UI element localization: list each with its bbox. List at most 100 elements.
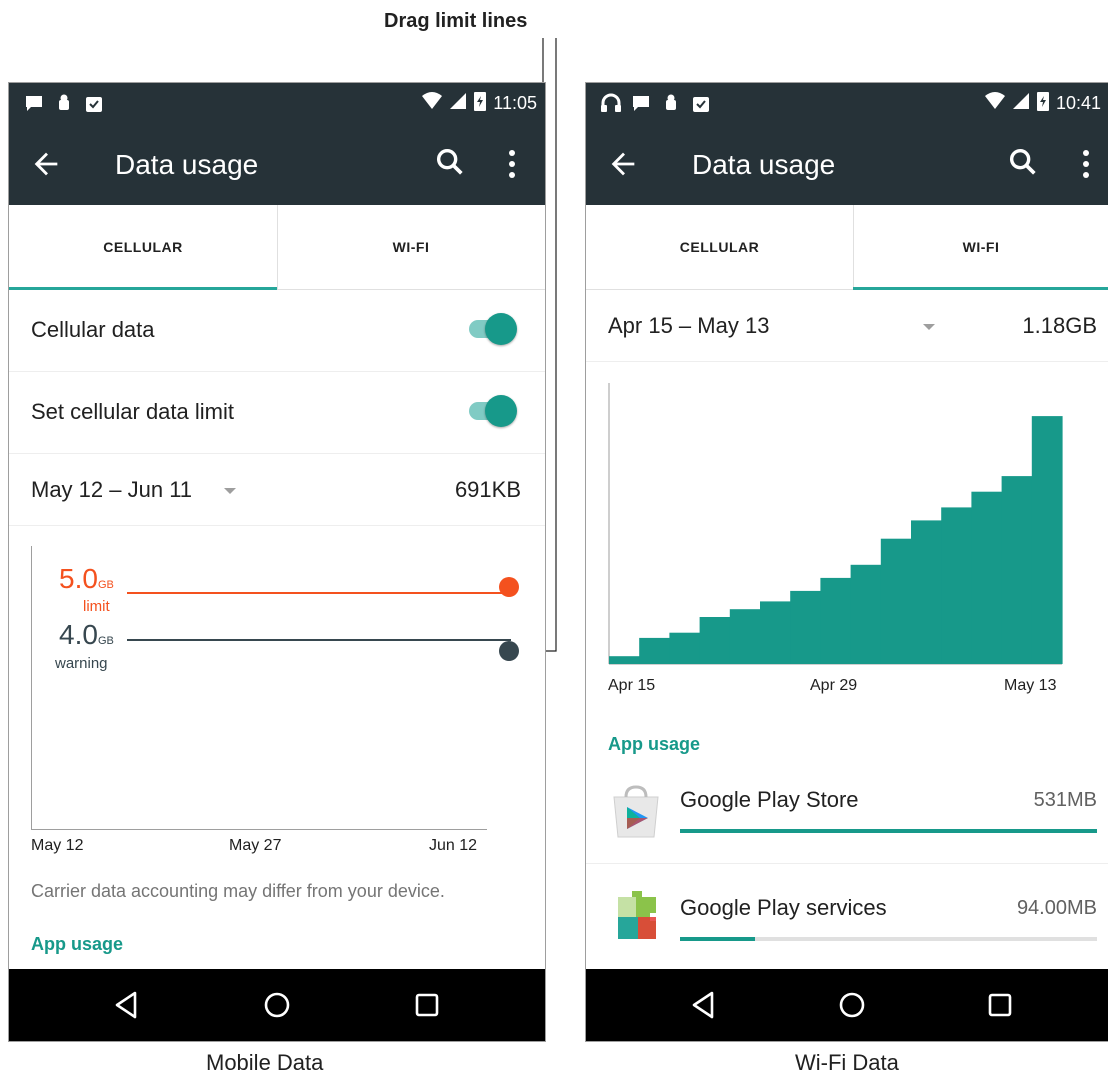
x-tick-label: May 13 [1004,677,1057,694]
app-toolbar: Data usage [586,123,1108,205]
message-notification-icon [23,92,45,114]
cellular-data-toggle[interactable] [463,313,517,345]
x-tick-label: May 12 [31,837,84,854]
chart-y-axis [31,546,32,830]
limit-value: 5.0GB [59,563,114,594]
x-tick-label: Jun 12 [429,837,478,854]
app-usage-bar [680,829,1097,833]
app-usage-bar-fill [680,829,1097,833]
wifi-data-caption: Wi-Fi Data [795,1050,899,1075]
app-name: Google Play Store [680,787,859,812]
tab-wifi[interactable]: WI-FI [277,205,545,289]
app-toolbar: Data usage [9,123,545,205]
mobile-data-screen: 11:05 Data usage CELLULAR WI-FI Cellular… [8,82,546,1042]
google-play-services-icon [618,891,656,939]
billing-cycle-row: Apr 15 – May 13 1.18GB [586,289,1108,362]
tab-wifi[interactable]: WI-FI [853,205,1108,289]
warning-drag-handle[interactable] [499,641,519,661]
android-debug-icon [53,92,75,114]
usage-area-step [1001,476,1033,664]
page-title: Data usage [692,149,836,180]
limit-line[interactable] [127,592,511,594]
usage-area-step [911,520,942,664]
nav-recents-icon[interactable] [984,989,1016,1021]
google-play-store-icon [613,785,659,838]
app-usage-bar [680,937,1097,941]
cellular-data-row[interactable]: Cellular data [9,289,545,372]
clipboard-check-icon [83,92,105,114]
app-usage-heading: App usage [31,934,124,954]
battery-icon [473,90,487,117]
usage-area-step [639,637,670,664]
warning-value: 4.0GB [59,619,114,650]
cycle-dropdown-icon[interactable] [223,487,237,495]
usage-area-step [609,656,640,664]
usage-area-step [699,617,731,664]
signal-icon [449,92,467,115]
message-notification-icon [630,92,652,114]
x-tick-label: Apr 15 [608,677,656,694]
clipboard-check-icon [690,92,712,114]
data-type-tabs: CELLULAR WI-FI [9,205,545,290]
back-arrow-icon[interactable] [606,147,640,181]
limit-label: limit [83,598,110,615]
status-bar: 11:05 [9,83,545,123]
chart-x-axis [31,829,487,830]
billing-cycle-range: Apr 15 – May 13 [608,313,770,338]
billing-cycle-range: May 12 – Jun 11 [31,477,193,502]
android-debug-icon [660,92,682,114]
cellular-data-label: Cellular data [31,317,155,342]
usage-area-step [820,577,852,664]
wifi-usage-chart [608,383,1063,665]
search-icon[interactable] [433,145,467,179]
set-limit-label: Set cellular data limit [31,399,234,424]
usage-area-step [850,564,882,664]
nav-back-icon[interactable] [111,989,143,1021]
usage-area-step [971,491,1003,664]
wifi-icon [421,91,443,115]
back-arrow-icon[interactable] [29,147,63,181]
usage-area-step [729,609,761,664]
data-type-tabs: CELLULAR WI-FI [586,205,1108,290]
more-options-icon[interactable] [1080,147,1092,181]
nav-home-icon[interactable] [261,989,293,1021]
x-tick-label: May 27 [229,837,282,854]
usage-area-step [790,590,821,664]
status-clock: 10:41 [1055,92,1101,113]
cycle-total: 1.18GB [1022,313,1097,338]
signal-icon [1012,92,1030,115]
usage-area-step [1031,416,1063,664]
set-limit-toggle[interactable] [463,395,517,427]
navigation-bar [586,969,1108,1041]
app-usage-heading: App usage [608,734,701,754]
more-options-icon[interactable] [506,147,518,181]
app-usage-item[interactable]: Google Play services 94.00MB [586,865,1108,955]
cycle-dropdown-icon[interactable] [922,323,936,331]
cycle-total: 691KB [454,477,521,502]
nav-back-icon[interactable] [688,989,720,1021]
warning-line[interactable] [127,639,511,641]
carrier-disclaimer: Carrier data accounting may differ from … [31,881,445,901]
wifi-data-screen: 10:41 Data usage CELLULAR WI-FI Apr 15 –… [585,82,1108,1042]
search-icon[interactable] [1006,145,1040,179]
status-clock: 11:05 [493,92,537,113]
app-data-size: 94.00MB [1016,897,1097,919]
nav-home-icon[interactable] [836,989,868,1021]
usage-area-step [941,507,972,664]
limit-drag-handle[interactable] [499,577,519,597]
tab-cellular[interactable]: CELLULAR [586,205,853,289]
navigation-bar [9,969,545,1041]
usage-area-step [760,601,791,664]
headphones-icon [600,92,622,114]
page-title: Data usage [115,149,259,180]
app-usage-bar-fill [680,937,756,941]
app-usage-item[interactable]: Google Play Store 531MB [586,773,1108,864]
mobile-data-caption: Mobile Data [206,1050,324,1075]
usage-area-step [669,632,701,664]
billing-cycle-row: May 12 – Jun 11 691KB [9,453,545,526]
set-limit-row[interactable]: Set cellular data limit [9,371,545,454]
app-name: Google Play services [680,895,887,920]
wifi-icon [984,91,1006,115]
nav-recents-icon[interactable] [411,989,443,1021]
tab-cellular[interactable]: CELLULAR [9,205,277,289]
